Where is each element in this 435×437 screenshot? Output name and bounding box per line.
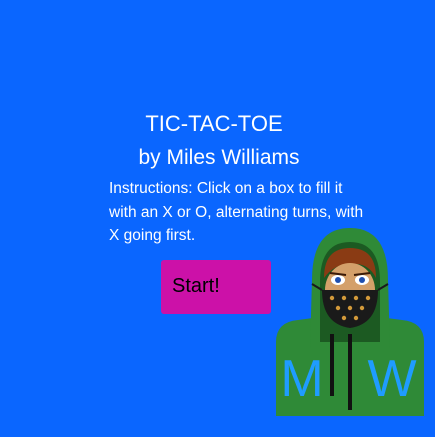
- author-byline: by Miles Williams: [138, 146, 300, 169]
- start-button[interactable]: Start!: [161, 260, 271, 314]
- avatar-initial-m: M: [280, 350, 323, 408]
- game-title: TIC-TAC-TOE: [145, 111, 283, 136]
- start-button-label: Start!: [172, 275, 220, 297]
- avatar-initial-w: W: [367, 350, 416, 408]
- avatar-hooded-figure: M W: [276, 228, 424, 416]
